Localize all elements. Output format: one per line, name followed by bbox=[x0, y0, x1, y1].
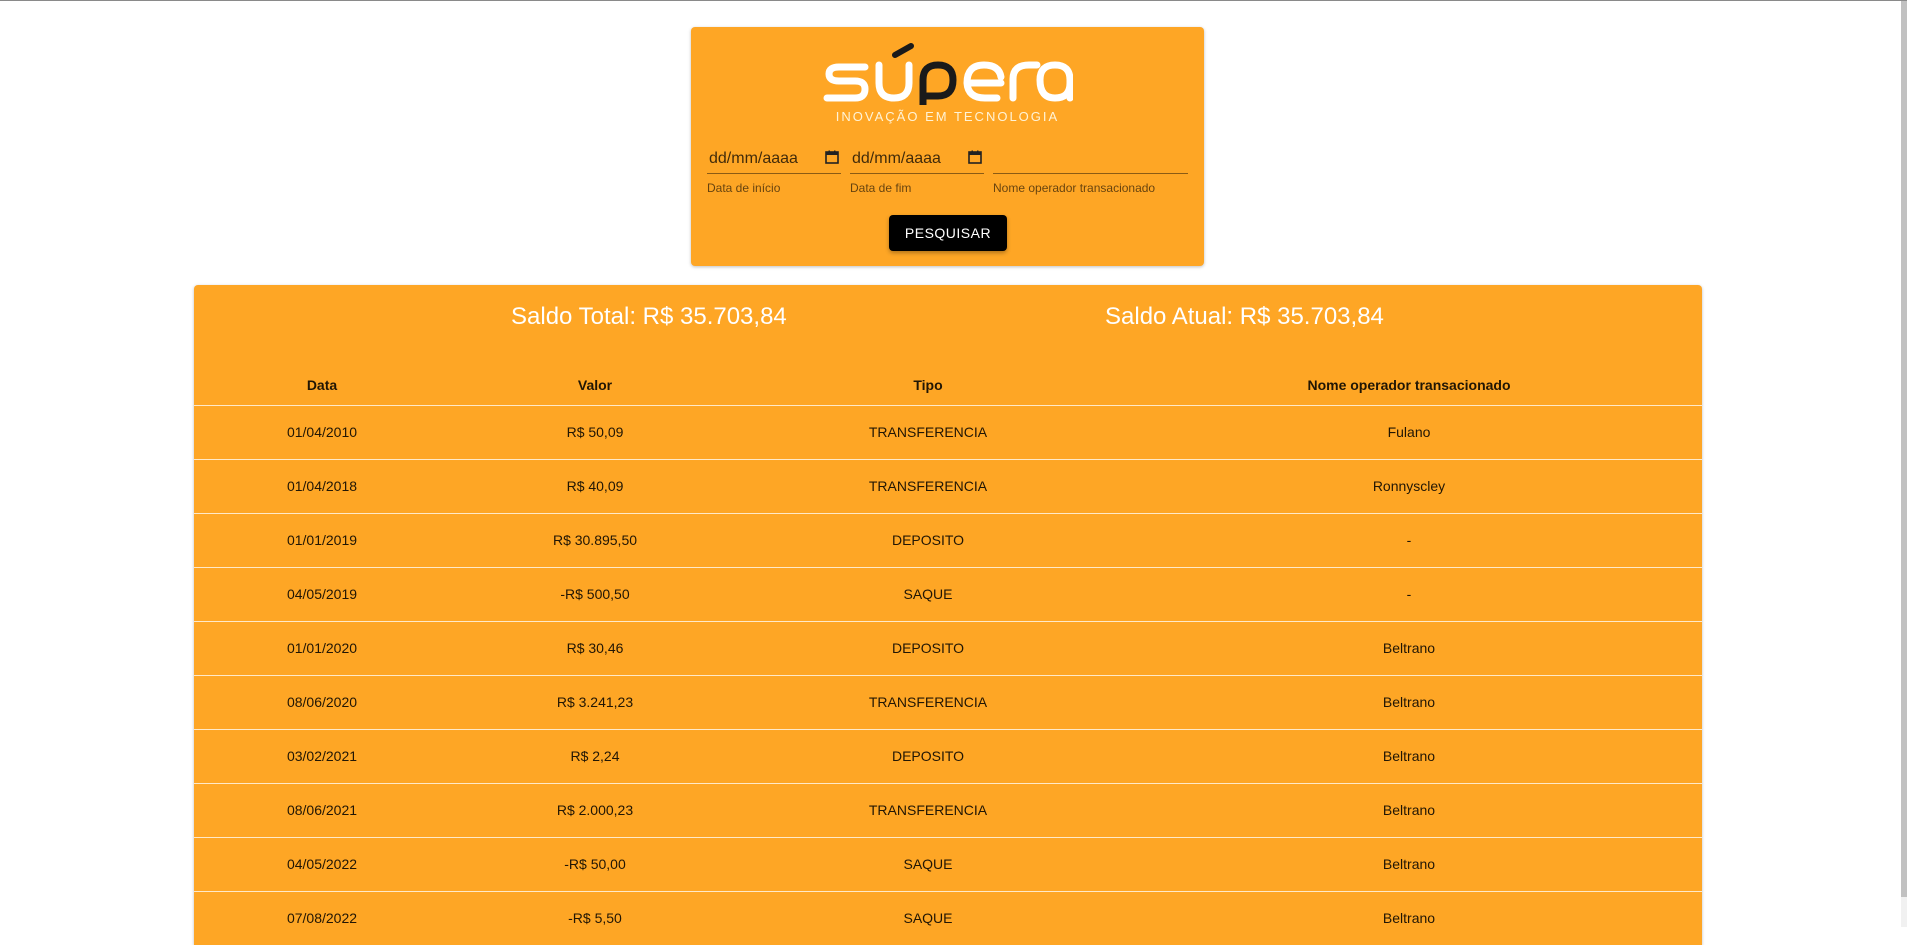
cell-operator: Ronnyscley bbox=[1372, 478, 1446, 494]
cell-type: DEPOSITO bbox=[891, 748, 965, 764]
cell-type: TRANSFERENCIA bbox=[868, 694, 988, 710]
cell-date: 07/08/2022 bbox=[286, 910, 358, 926]
cell-type: TRANSFERENCIA bbox=[868, 424, 988, 440]
cell-type: DEPOSITO bbox=[891, 640, 965, 656]
cell-value: R$ 3.241,23 bbox=[556, 694, 634, 710]
column-header-value[interactable]: Valor bbox=[450, 367, 740, 403]
cell-operator: Beltrano bbox=[1382, 856, 1436, 872]
cell-operator: - bbox=[1406, 532, 1412, 548]
table-row: 01/04/2018 R$ 40,09 TRANSFERENCIA Ronnys… bbox=[194, 460, 1702, 514]
cell-operator: Beltrano bbox=[1382, 910, 1436, 926]
cell-date: 03/02/2021 bbox=[286, 748, 358, 764]
table-row: 04/05/2022 -R$ 50,00 SAQUE Beltrano bbox=[194, 838, 1702, 892]
supera-logo bbox=[823, 43, 1073, 105]
operator-name-label: Nome operador transacionado bbox=[993, 181, 1156, 195]
start-date-field[interactable]: dd/mm/aaaa Data de início bbox=[707, 141, 841, 203]
cell-operator: Beltrano bbox=[1382, 640, 1436, 656]
cell-value: R$ 2,24 bbox=[570, 748, 620, 764]
table-row: 07/08/2022 -R$ 5,50 SAQUE Beltrano bbox=[194, 892, 1702, 945]
calendar-icon[interactable] bbox=[825, 150, 839, 164]
cell-value: -R$ 5,50 bbox=[568, 910, 622, 926]
search-button[interactable]: PESQUISAR bbox=[889, 215, 1007, 251]
search-card: INOVAÇÃO EM TECNOLOGIA dd/mm/aaaa Data d… bbox=[691, 27, 1204, 266]
table-row: 01/04/2010 R$ 50,09 TRANSFERENCIA Fulano bbox=[194, 406, 1702, 460]
cell-type: SAQUE bbox=[903, 856, 953, 872]
cell-value: R$ 2.000,23 bbox=[556, 802, 634, 818]
total-balance: Saldo Total: R$ 35.703,84 bbox=[511, 303, 787, 330]
table-row: 08/06/2021 R$ 2.000,23 TRANSFERENCIA Bel… bbox=[194, 784, 1702, 838]
operator-name-input[interactable] bbox=[993, 141, 1188, 174]
end-date-field[interactable]: dd/mm/aaaa Data de fim bbox=[850, 141, 984, 203]
cell-type: TRANSFERENCIA bbox=[868, 802, 988, 818]
table-body: 01/04/2010 R$ 50,09 TRANSFERENCIA Fulano… bbox=[194, 406, 1702, 945]
start-date-label: Data de início bbox=[707, 181, 781, 195]
cell-value: -R$ 50,00 bbox=[564, 856, 626, 872]
cell-operator: - bbox=[1406, 586, 1412, 602]
table-row: 03/02/2021 R$ 2,24 DEPOSITO Beltrano bbox=[194, 730, 1702, 784]
top-border bbox=[0, 0, 1907, 1]
cell-date: 08/06/2021 bbox=[286, 802, 358, 818]
cell-date: 01/01/2019 bbox=[286, 532, 358, 548]
logo-tagline: INOVAÇÃO EM TECNOLOGIA bbox=[835, 109, 1060, 124]
cell-operator: Beltrano bbox=[1382, 694, 1436, 710]
operator-name-field[interactable]: Nome operador transacionado bbox=[993, 141, 1188, 203]
column-header-type[interactable]: Tipo bbox=[740, 367, 1116, 403]
scrollbar-thumb[interactable] bbox=[1901, 1, 1907, 897]
table-row: 04/05/2019 -R$ 500,50 SAQUE - bbox=[194, 568, 1702, 622]
cell-date: 08/06/2020 bbox=[286, 694, 358, 710]
cell-value: R$ 40,09 bbox=[566, 478, 624, 494]
cell-value: R$ 50,09 bbox=[566, 424, 624, 440]
end-date-input[interactable]: dd/mm/aaaa bbox=[850, 141, 984, 174]
cell-operator: Beltrano bbox=[1382, 748, 1436, 764]
cell-date: 04/05/2019 bbox=[286, 586, 358, 602]
column-header-operator[interactable]: Nome operador transacionado bbox=[1116, 367, 1702, 403]
cell-operator: Beltrano bbox=[1382, 802, 1436, 818]
cell-date: 01/04/2018 bbox=[286, 478, 358, 494]
start-date-value: dd/mm/aaaa bbox=[709, 150, 798, 167]
end-date-label: Data de fim bbox=[850, 181, 912, 195]
start-date-input[interactable]: dd/mm/aaaa bbox=[707, 141, 841, 174]
cell-type: DEPOSITO bbox=[891, 532, 965, 548]
cell-type: SAQUE bbox=[903, 586, 953, 602]
cell-type: TRANSFERENCIA bbox=[868, 478, 988, 494]
calendar-icon[interactable] bbox=[968, 150, 982, 164]
cell-type: SAQUE bbox=[903, 910, 953, 926]
transactions-card: Saldo Total: R$ 35.703,84 Saldo Atual: R… bbox=[194, 285, 1702, 945]
table-row: 08/06/2020 R$ 3.241,23 TRANSFERENCIA Bel… bbox=[194, 676, 1702, 730]
table-header: Data Valor Tipo Nome operador transacion… bbox=[194, 367, 1702, 406]
end-date-value: dd/mm/aaaa bbox=[852, 150, 941, 167]
table-row: 01/01/2019 R$ 30.895,50 DEPOSITO - bbox=[194, 514, 1702, 568]
column-header-date[interactable]: Data bbox=[194, 367, 450, 403]
cell-value: -R$ 500,50 bbox=[560, 586, 630, 602]
cell-date: 01/01/2020 bbox=[286, 640, 358, 656]
current-balance: Saldo Atual: R$ 35.703,84 bbox=[1105, 303, 1384, 330]
table-row: 01/01/2020 R$ 30,46 DEPOSITO Beltrano bbox=[194, 622, 1702, 676]
cell-value: R$ 30.895,50 bbox=[552, 532, 638, 548]
cell-value: R$ 30,46 bbox=[566, 640, 624, 656]
cell-date: 01/04/2010 bbox=[286, 424, 358, 440]
cell-operator: Fulano bbox=[1387, 424, 1431, 440]
cell-date: 04/05/2022 bbox=[286, 856, 358, 872]
